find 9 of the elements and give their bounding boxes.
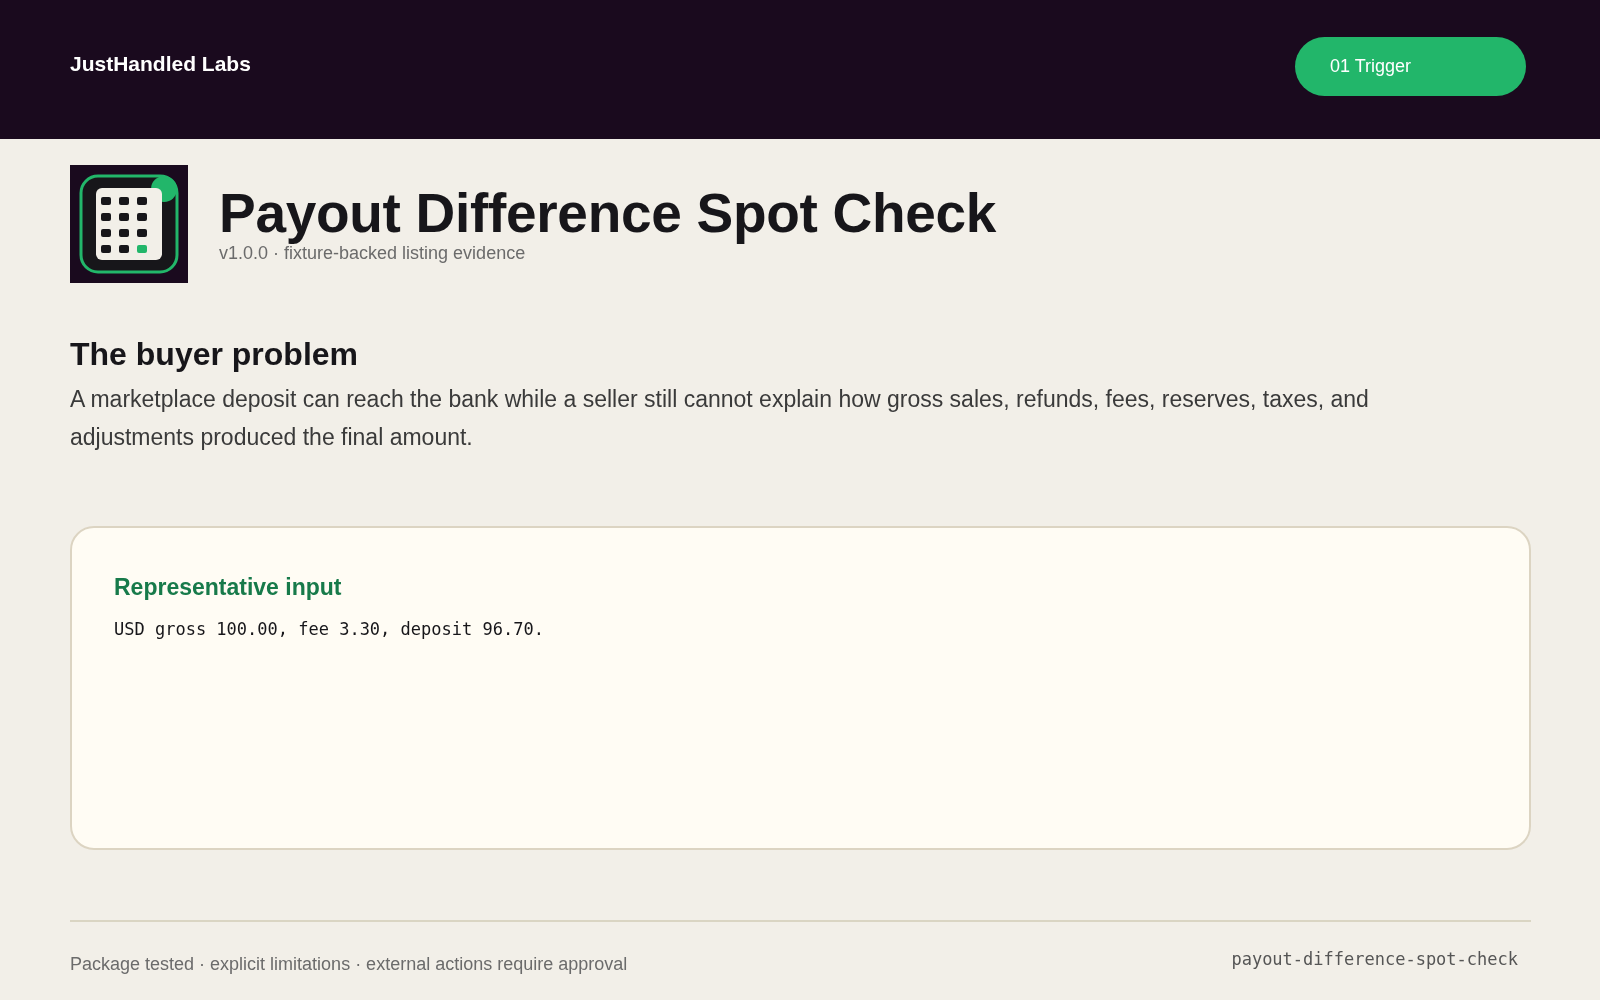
sample-input-text: USD gross 100.00, fee 3.30, deposit 96.70. bbox=[114, 618, 545, 641]
calculator-icon bbox=[70, 165, 188, 283]
package-name: payout-difference-spot-check bbox=[1231, 948, 1518, 969]
problem-description: A marketplace deposit can reach the bank while a seller still cannot explain how gross sales, refunds, fees, reserves, taxes, and adjustments produced the final amount. bbox=[70, 385, 1370, 452]
section-heading: The buyer problem bbox=[70, 335, 360, 374]
brand-name: JustHandled Labs bbox=[70, 51, 251, 76]
trigger-button[interactable]: 01 Trigger bbox=[1295, 36, 1526, 96]
footer-note: Package tested · explicit limitations · external actions require approval bbox=[70, 954, 628, 975]
card-heading: Representative input bbox=[114, 573, 343, 602]
